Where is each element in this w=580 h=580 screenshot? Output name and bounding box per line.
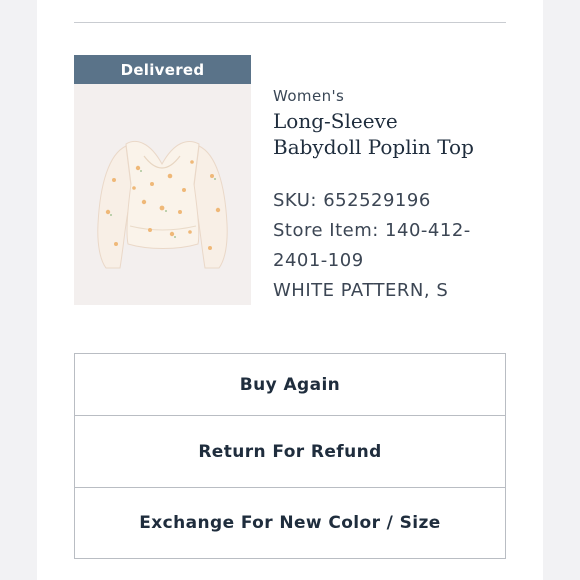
product-info: Women's Long-Sleeve Babydoll Poplin Top … xyxy=(273,86,533,306)
sku-text: SKU: 652529196 xyxy=(273,190,431,211)
store-item-text: Store Item: 140-412-2401-109 xyxy=(273,220,471,271)
item-actions: Buy Again Return For Refund Exchange For… xyxy=(74,353,506,559)
buy-again-button[interactable]: Buy Again xyxy=(75,354,505,415)
exchange-button[interactable]: Exchange For New Color / Size xyxy=(75,487,505,558)
return-for-refund-button[interactable]: Return For Refund xyxy=(75,415,505,487)
order-item-card: Delivered Women's Long-Sleeve Babydoll P… xyxy=(37,0,543,580)
product-gender: Women's xyxy=(273,87,345,105)
status-badge: Delivered xyxy=(74,55,251,84)
floral-blouse-image xyxy=(74,84,251,305)
product-image[interactable]: Delivered xyxy=(74,55,251,305)
divider xyxy=(74,22,506,23)
product-name[interactable]: Long-Sleeve Babydoll Poplin Top xyxy=(273,108,488,160)
product-details: SKU: 652529196 Store Item: 140-412-2401-… xyxy=(273,186,533,306)
variant-text: WHITE PATTERN, S xyxy=(273,280,449,301)
